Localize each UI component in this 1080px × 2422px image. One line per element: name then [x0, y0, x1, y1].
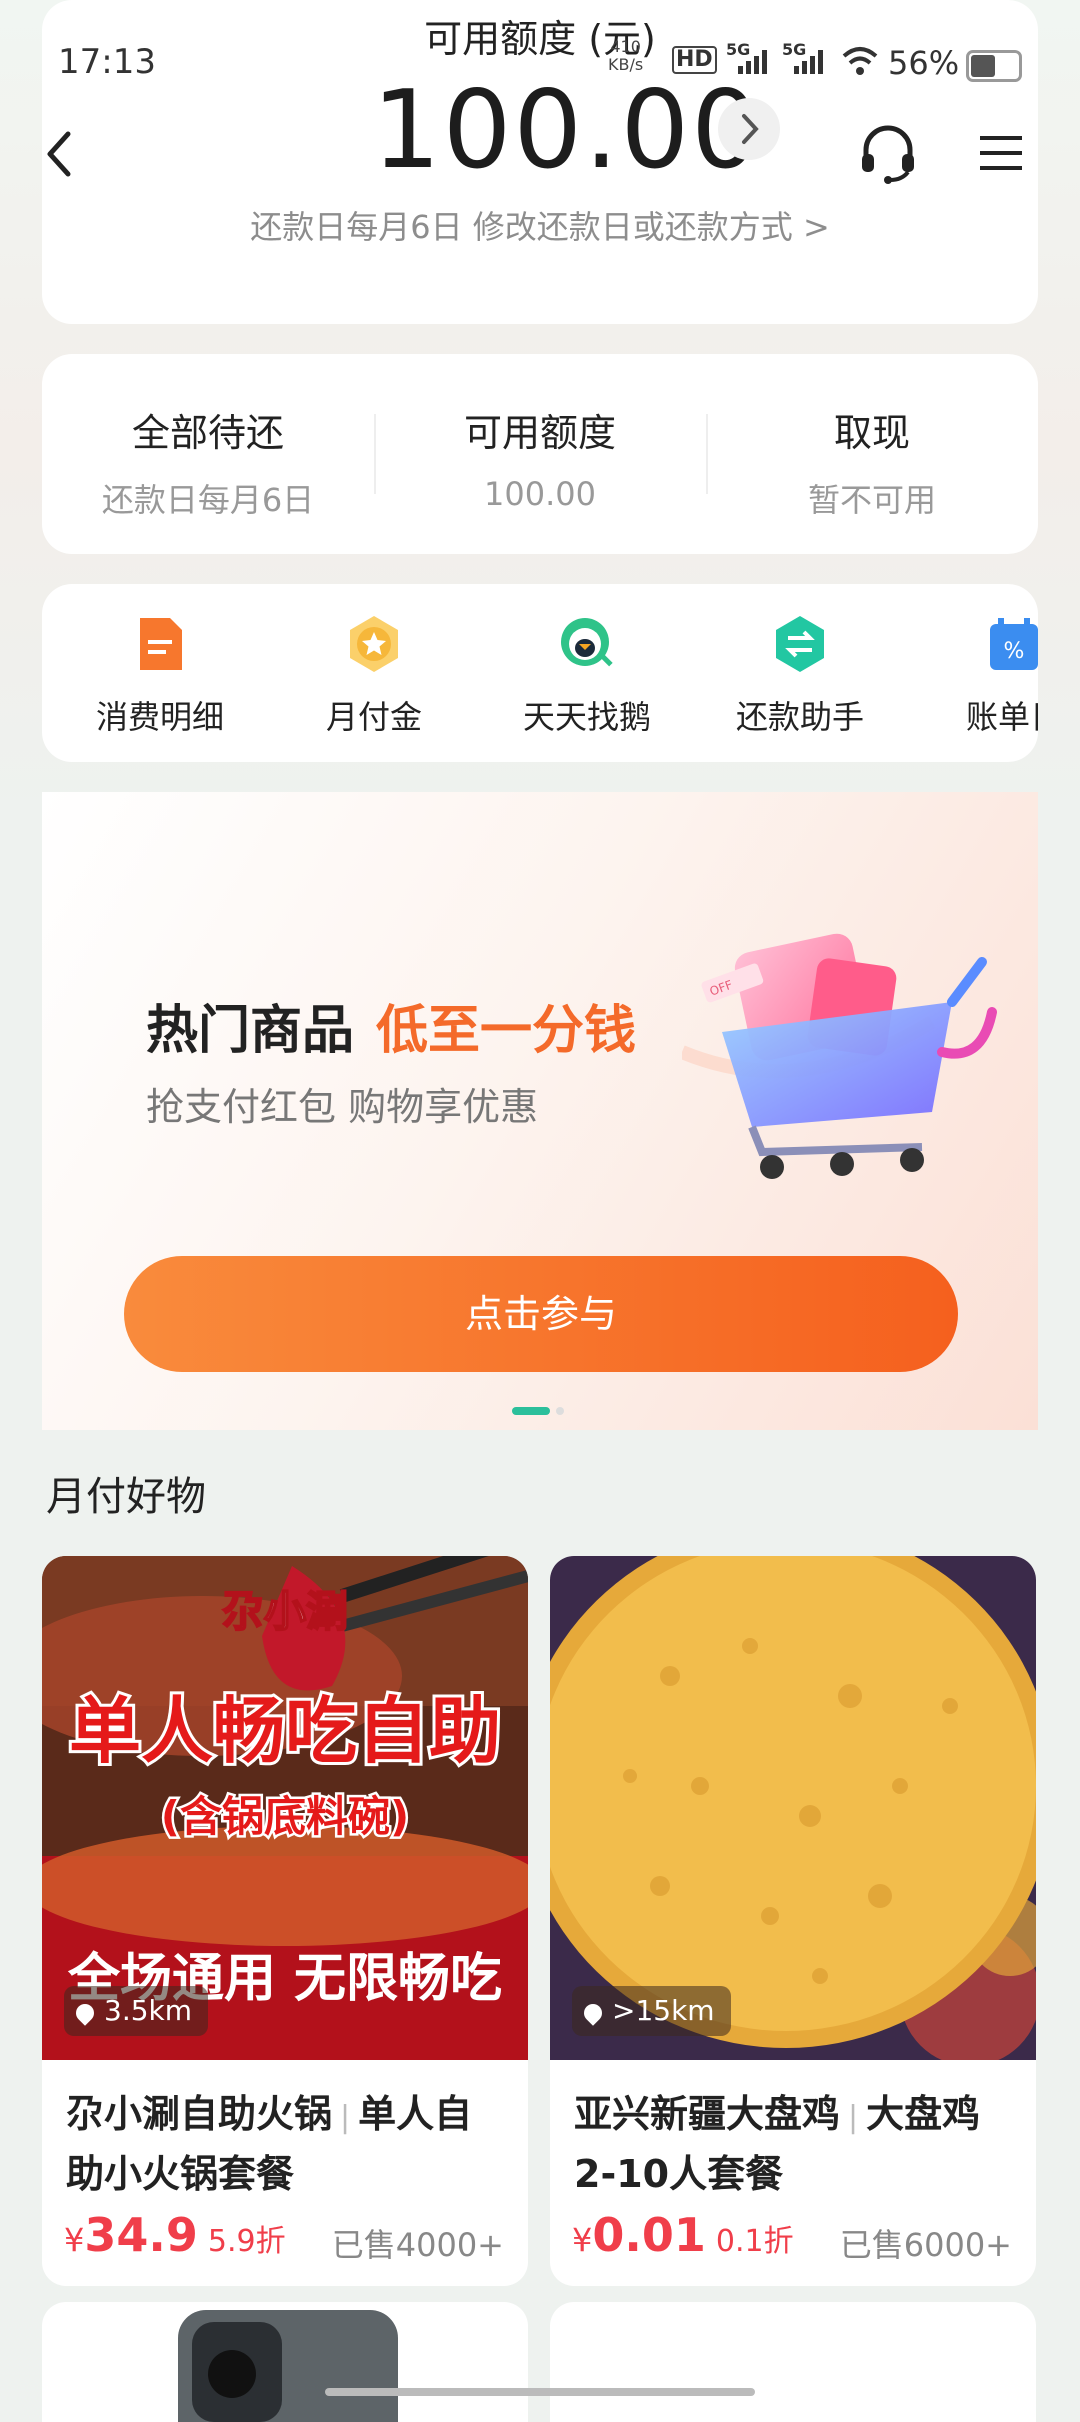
distance-text: 3.5km [104, 1994, 193, 2027]
image-sub-text: (含锅底料碗) [161, 1792, 409, 1841]
quick-nav-label: 月付金 [325, 698, 422, 736]
signal-icon [794, 48, 823, 74]
bill-detail-icon [140, 618, 182, 670]
quick-nav-bill-detail[interactable]: 消费明细 [60, 614, 260, 738]
product-card-chicken[interactable]: >15km 亚兴新疆大盘鸡 | 大盘鸡2-10人套餐 ¥0.01 0.1折 已售600… [550, 1556, 1036, 2286]
svg-text:%: % [1004, 639, 1025, 664]
star-coin-icon [350, 616, 398, 672]
product-card-hotpot[interactable]: 尕小涮 单人畅吃自助 (含锅底料碗) 全场通用 无限畅吃 3.5km 尕小涮自助… [42, 1556, 528, 2286]
repay-assistant-icon [776, 616, 824, 672]
promo-banner[interactable]: 热门商品 低至一分钱 抢支付红包 购物享优惠 OFF 点击参与 [42, 792, 1038, 1430]
price-value: 34.9 [84, 2208, 198, 2262]
back-icon[interactable] [40, 126, 80, 182]
location-pin-icon [72, 2000, 98, 2026]
chevron-right-icon [742, 114, 759, 144]
customer-service-icon[interactable] [856, 120, 920, 184]
product-card-partial[interactable] [550, 2302, 1036, 2422]
quick-nav-label: 还款助手 [735, 698, 864, 736]
summary-value: 还款日每月6日 [101, 481, 315, 519]
net-speed: 410 KB/s [608, 38, 643, 74]
product-image-chicken [550, 1556, 1036, 2060]
product-name: 尕小涮自助火锅 | 单人自助小火锅套餐 [66, 2086, 506, 2202]
calendar-icon: % [990, 618, 1038, 670]
status-time: 17:13 [58, 42, 156, 82]
product-price: ¥34.9 5.9折 [64, 2208, 286, 2262]
summary-title: 可用额度 [463, 411, 616, 455]
total-due-item[interactable]: 全部待还 还款日每月6日 [42, 354, 374, 554]
price-discount: 0.1折 [715, 2224, 794, 2259]
wifi-icon [842, 47, 878, 75]
quick-nav-repay-assistant[interactable]: 还款助手 [700, 614, 900, 738]
summary-title: 取现 [833, 411, 910, 455]
product-price: ¥0.01 0.1折 [572, 2208, 794, 2262]
net-speed-unit: KB/s [608, 55, 644, 74]
quick-nav-label: 消费明细 [95, 698, 224, 736]
menu-icon[interactable] [978, 130, 1024, 176]
quick-nav-find-goose[interactable]: 天天找鹅 [487, 614, 687, 738]
summary-value: 100.00 [484, 475, 596, 513]
home-indicator[interactable] [325, 2388, 755, 2396]
product-image-hotpot: 尕小涮 单人畅吃自助 (含锅底料碗) 全场通用 无限畅吃 [42, 1556, 528, 2060]
product-title: 亚兴新疆大盘鸡 [574, 2092, 841, 2136]
battery-percent: 56% [888, 44, 960, 82]
repay-day-link[interactable]: 还款日每月6日 修改还款日或还款方式 > [42, 202, 1038, 248]
signal-icon [738, 48, 767, 74]
product-image-phone [178, 2310, 398, 2422]
summary-title: 全部待还 [131, 411, 284, 455]
summary-value: 暂不可用 [807, 481, 936, 519]
product-card-partial[interactable] [42, 2302, 528, 2422]
cash-withdraw-item[interactable]: 取现 暂不可用 [706, 354, 1038, 554]
hd-icon: HD [672, 46, 717, 74]
product-title: 尕小涮自助火锅 [66, 2092, 333, 2136]
quick-nav-label: 账单日 [965, 698, 1038, 736]
distance-badge: 3.5km [64, 1986, 209, 2036]
amount-detail-button[interactable] [718, 98, 780, 160]
location-pin-icon [580, 2000, 606, 2026]
price-value: 0.01 [592, 2208, 706, 2262]
sold-count: 已售4000+ [331, 2226, 504, 2264]
banner-highlight: 低至一分钱 [376, 1001, 637, 1061]
status-bar: 17:13 410 KB/s HD 5G 5G 56% [0, 30, 1080, 100]
product-name: 亚兴新疆大盘鸡 | 大盘鸡2-10人套餐 [574, 2086, 1014, 2202]
available-credit-item[interactable]: 可用额度 100.00 [374, 354, 706, 554]
carousel-indicator [512, 1400, 564, 1419]
distance-text: >15km [612, 1994, 715, 2027]
net-speed-value: 410 [610, 37, 641, 56]
quick-nav: 消费明细 月付金 天天找鹅 还款助手 % 账单 [42, 584, 1038, 762]
image-main-text: 单人畅吃自助 [69, 1689, 501, 1773]
summary-card: 全部待还 还款日每月6日 可用额度 100.00 取现 暂不可用 [42, 354, 1038, 554]
price-discount: 5.9折 [207, 2224, 286, 2259]
join-button[interactable]: 点击参与 [124, 1256, 958, 1372]
shopping-cart-illustration: OFF [682, 933, 997, 1179]
price-currency: ¥ [572, 2221, 593, 2259]
banner-title: 热门商品 低至一分钱 [146, 988, 636, 1063]
image-brand-text: 尕小涮 [222, 1587, 348, 1636]
section-title: 月付好物 [46, 1474, 206, 1520]
name-separator: | [848, 2100, 859, 2135]
quick-nav-bill-day[interactable]: % 账单日 [914, 614, 1038, 738]
sold-count: 已售6000+ [839, 2226, 1012, 2264]
price-currency: ¥ [64, 2221, 85, 2259]
penguin-icon [561, 618, 613, 667]
distance-badge: >15km [572, 1986, 731, 2036]
name-separator: | [340, 2100, 351, 2135]
quick-nav-monthly-fund[interactable]: 月付金 [274, 614, 474, 738]
banner-title-text: 热门商品 [146, 1001, 355, 1061]
quick-nav-label: 天天找鹅 [522, 698, 651, 736]
battery-icon [966, 50, 1022, 82]
banner-subtitle: 抢支付红包 购物享优惠 [146, 1085, 539, 1129]
